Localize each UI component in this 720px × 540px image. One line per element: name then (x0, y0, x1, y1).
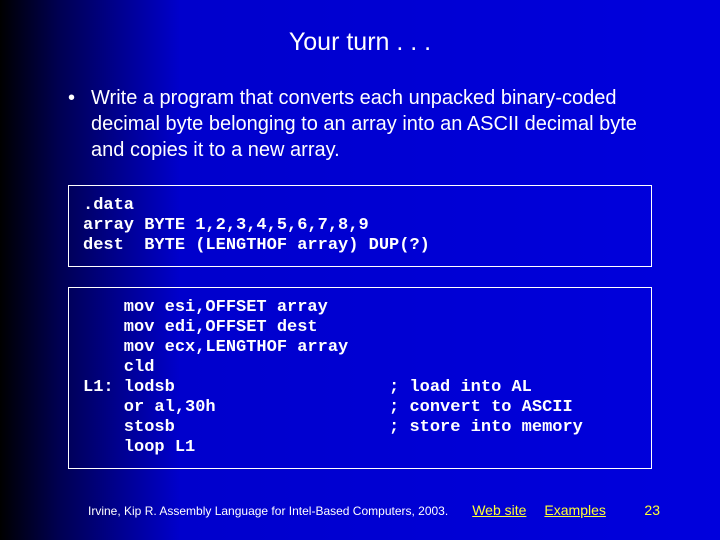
examples-link[interactable]: Examples (544, 502, 605, 518)
bullet-item: • Write a program that converts each unp… (60, 85, 660, 163)
slide-content: • Write a program that converts each unp… (0, 57, 720, 469)
citation-text: Irvine, Kip R. Assembly Language for Int… (88, 504, 448, 518)
slide-title: Your turn . . . (0, 0, 720, 57)
website-link[interactable]: Web site (472, 502, 526, 518)
code-block-data: .data array BYTE 1,2,3,4,5,6,7,8,9 dest … (68, 185, 652, 267)
bullet-marker: • (68, 85, 75, 111)
bullet-text: Write a program that converts each unpac… (91, 85, 660, 163)
slide-footer: Irvine, Kip R. Assembly Language for Int… (0, 502, 720, 518)
footer-links: Web site Examples (472, 502, 606, 518)
page-number: 23 (644, 502, 660, 518)
code-block-program: mov esi,OFFSET array mov edi,OFFSET dest… (68, 287, 652, 469)
